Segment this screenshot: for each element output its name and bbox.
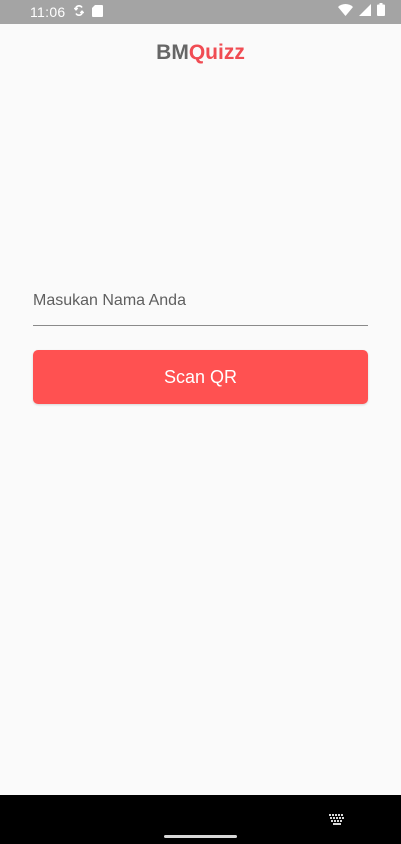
app-title-prefix: BM xyxy=(156,41,189,64)
app-title-accent: Quizz xyxy=(188,41,245,64)
status-time: 11:06 xyxy=(30,4,66,20)
status-left: 11:06 xyxy=(30,4,103,20)
keyboard-icon[interactable] xyxy=(329,813,345,825)
name-field[interactable] xyxy=(33,280,368,326)
navigation-bar xyxy=(0,795,401,844)
sd-card-icon xyxy=(91,4,103,20)
battery-icon xyxy=(377,3,385,21)
app-title: BMQuizz xyxy=(0,40,401,66)
scan-qr-button[interactable]: Scan QR xyxy=(33,350,368,404)
name-input[interactable] xyxy=(33,288,368,314)
sync-icon xyxy=(73,4,84,20)
wifi-icon xyxy=(338,3,353,21)
screen: 11:06 BMQuizz Masukan Nama Anda Scan QR xyxy=(0,0,401,844)
signal-icon xyxy=(359,3,371,21)
scan-qr-button-label: Scan QR xyxy=(163,366,238,387)
status-right xyxy=(338,3,385,21)
status-bar: 11:06 xyxy=(0,0,401,24)
home-indicator[interactable] xyxy=(164,835,237,838)
